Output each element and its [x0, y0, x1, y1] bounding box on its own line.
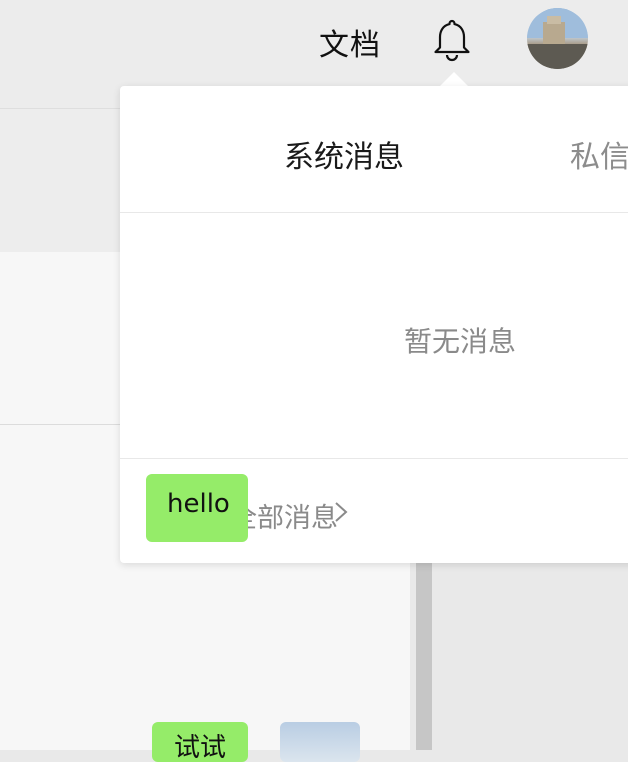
user-avatar[interactable]: [527, 8, 588, 69]
hello-message-bubble: hello: [146, 474, 248, 542]
bell-icon[interactable]: [432, 18, 472, 62]
popover-footer-divider: [120, 458, 628, 459]
popover-arrow: [440, 72, 468, 86]
empty-state-text: 暂无消息: [404, 325, 517, 358]
chat-image-thumbnail[interactable]: [280, 722, 360, 762]
chevron-right-icon: [335, 502, 348, 522]
tab-system-messages[interactable]: 系统消息: [284, 132, 404, 176]
tab-private-messages[interactable]: 私信: [570, 132, 628, 176]
docs-link[interactable]: 文档: [319, 20, 381, 64]
chat-bubble-text: 试试: [173, 733, 226, 762]
chat-bubble-self: 试试: [152, 722, 248, 762]
popover-divider: [120, 212, 628, 213]
hello-message-text: hello: [167, 489, 230, 519]
